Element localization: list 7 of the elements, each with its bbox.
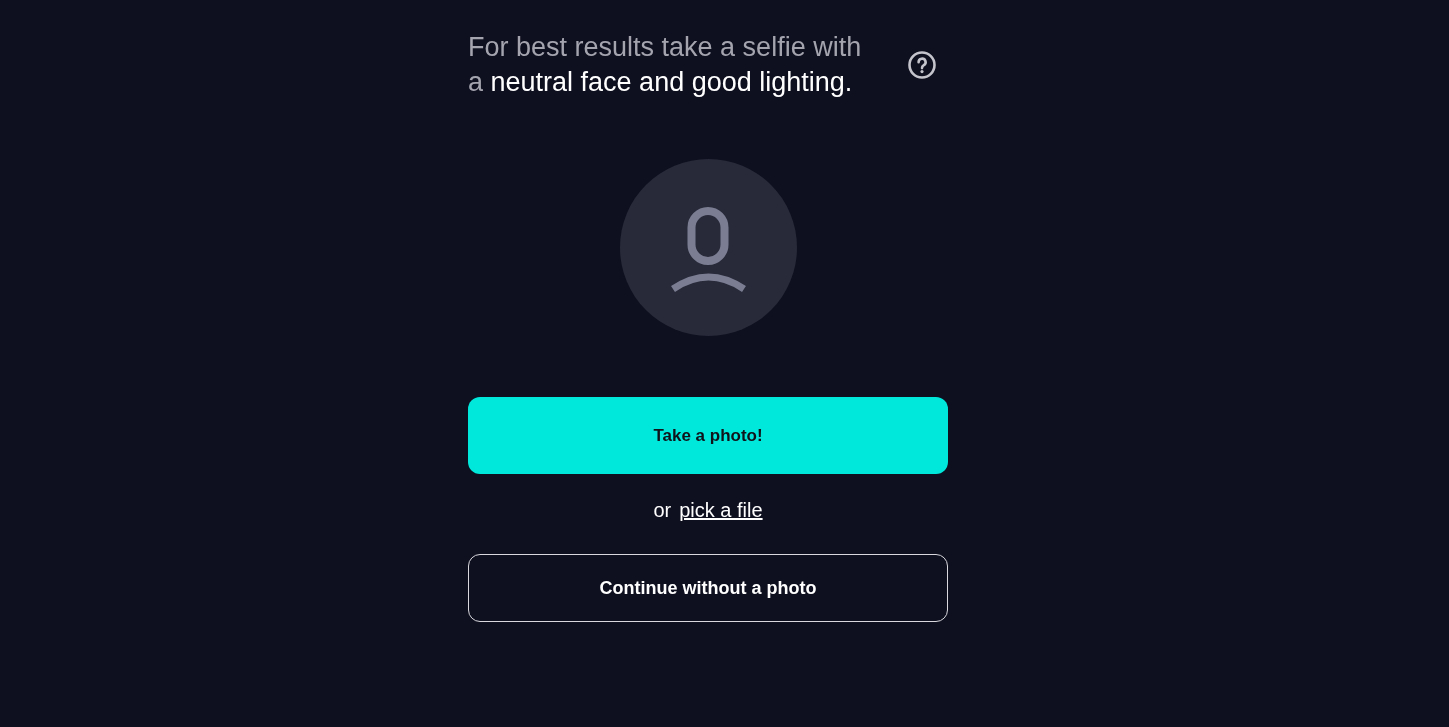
avatar-placeholder-icon (619, 159, 797, 336)
selfie-hint-text: For best results take a selfie with a neutral face and good lighting. (468, 31, 863, 99)
help-icon[interactable] (908, 51, 936, 79)
take-photo-button[interactable]: Take a photo! (468, 397, 948, 474)
or-text: or (653, 498, 672, 523)
continue-without-photo-button[interactable]: Continue without a photo (468, 554, 948, 622)
pick-file-link[interactable]: pick a file (679, 496, 763, 524)
